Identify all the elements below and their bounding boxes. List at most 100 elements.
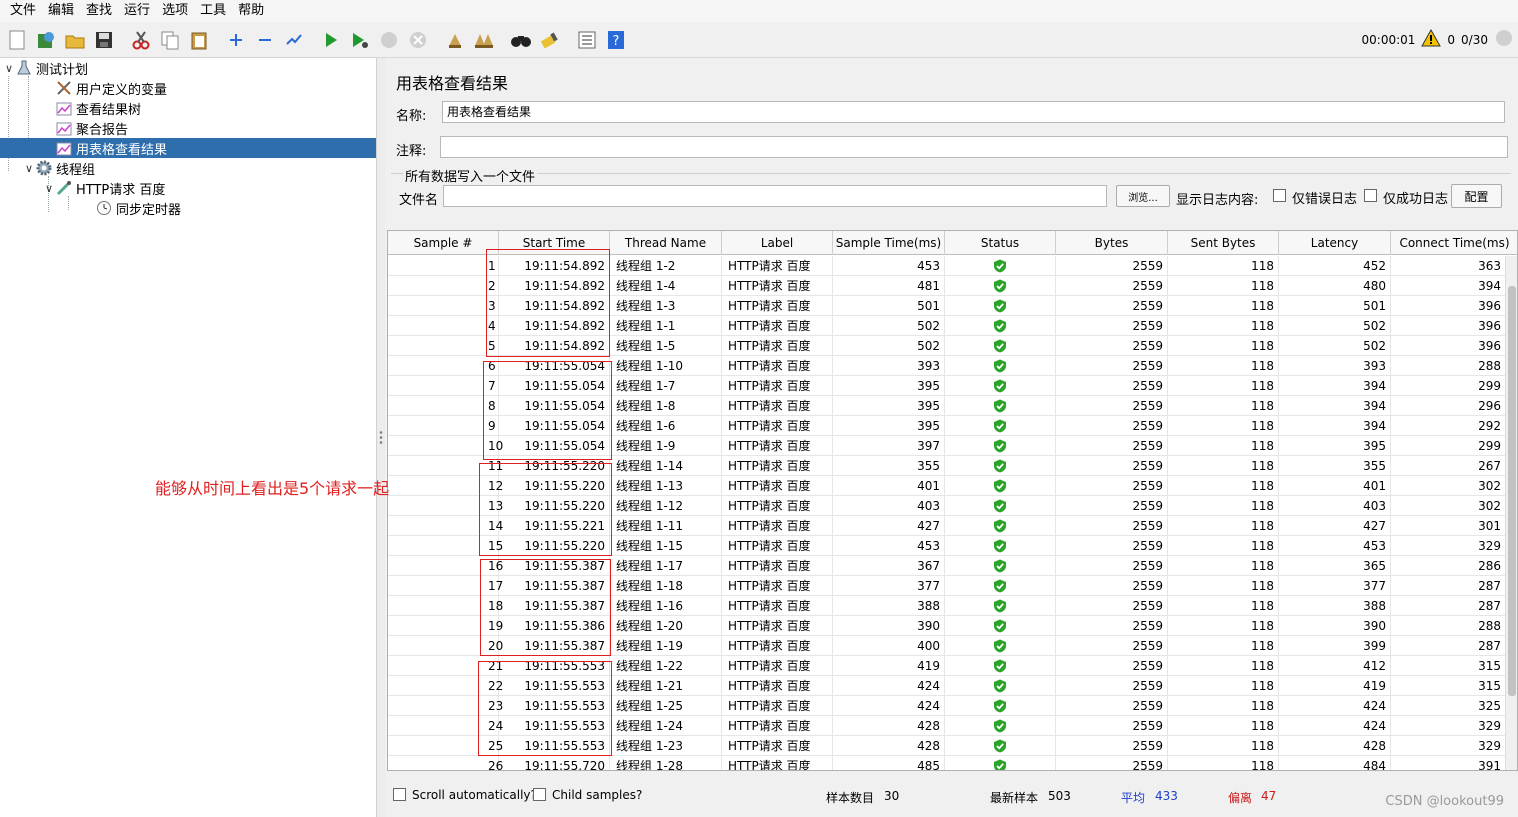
clear-all-icon[interactable] xyxy=(471,27,497,53)
table-row[interactable]: 11 19:11:55.220 线程组 1-14 HTTP请求 百度 355 2559 11… xyxy=(388,456,1506,476)
status-ok-icon xyxy=(945,496,1056,516)
splitter-handle[interactable] xyxy=(377,58,385,817)
table-row[interactable]: 10 19:11:55.054 线程组 1-9 HTTP请求 百度 397 2559 118… xyxy=(388,436,1506,456)
shutdown-icon[interactable] xyxy=(405,27,431,53)
table-row[interactable]: 5 19:11:54.892 线程组 1-5 HTTP请求 百度 502 2559 118 5… xyxy=(388,336,1506,356)
success-only-checkbox[interactable] xyxy=(1364,189,1377,202)
menu-item-5[interactable]: 工具 xyxy=(194,0,232,22)
function-list-icon[interactable] xyxy=(574,27,600,53)
table-row[interactable]: 8 19:11:55.054 线程组 1-8 HTTP请求 百度 395 2559 118 3… xyxy=(388,396,1506,416)
table-row[interactable]: 19 19:11:55.386 线程组 1-20 HTTP请求 百度 390 2559 11… xyxy=(388,616,1506,636)
column-header[interactable]: Bytes xyxy=(1056,231,1168,255)
table-row[interactable]: 1 19:11:54.892 线程组 1-2 HTTP请求 百度 453 2559 118 4… xyxy=(388,256,1506,276)
status-ok-icon xyxy=(945,356,1056,376)
table-row[interactable]: 3 19:11:54.892 线程组 1-3 HTTP请求 百度 501 2559 118 5… xyxy=(388,296,1506,316)
table-row[interactable]: 20 19:11:55.387 线程组 1-19 HTTP请求 百度 400 2559 11… xyxy=(388,636,1506,656)
table-row[interactable]: 13 19:11:55.220 线程组 1-12 HTTP请求 百度 403 2559 11… xyxy=(388,496,1506,516)
tree-item-3[interactable]: 聚合报告 xyxy=(0,118,376,138)
tree-expand-toggle[interactable]: ∨ xyxy=(42,182,56,195)
stop-icon[interactable] xyxy=(376,27,402,53)
column-header[interactable]: Thread Name xyxy=(610,231,722,255)
errors-only-checkbox[interactable] xyxy=(1273,189,1286,202)
table-row[interactable]: 14 19:11:55.221 线程组 1-11 HTTP请求 百度 427 2559 11… xyxy=(388,516,1506,536)
table-row[interactable]: 23 19:11:55.553 线程组 1-25 HTTP请求 百度 424 2559 11… xyxy=(388,696,1506,716)
table-row[interactable]: 17 19:11:55.387 线程组 1-18 HTTP请求 百度 377 2559 11… xyxy=(388,576,1506,596)
scroll-automatically-checkbox[interactable] xyxy=(393,788,406,801)
table-row[interactable]: 9 19:11:55.054 线程组 1-6 HTTP请求 百度 395 2559 118 3… xyxy=(388,416,1506,436)
column-header[interactable]: Latency xyxy=(1279,231,1391,255)
search-binoculars-icon[interactable] xyxy=(508,27,534,53)
clear-icon[interactable] xyxy=(442,27,468,53)
save-icon[interactable] xyxy=(91,27,117,53)
expand-plus-icon[interactable] xyxy=(223,27,249,53)
table-row[interactable]: 7 19:11:55.054 线程组 1-7 HTTP请求 百度 395 2559 118 3… xyxy=(388,376,1506,396)
table-cell: 396 xyxy=(1391,296,1506,316)
paste-icon[interactable] xyxy=(186,27,212,53)
table-cell: 484 xyxy=(1279,756,1391,770)
start-no-pause-icon[interactable] xyxy=(347,27,373,53)
configure-button[interactable]: 配置 xyxy=(1451,184,1502,208)
templates-icon[interactable] xyxy=(33,27,59,53)
scrollbar-thumb[interactable] xyxy=(1508,286,1516,696)
tree-item-label: 同步定时器 xyxy=(116,202,182,218)
comment-field[interactable] xyxy=(440,136,1508,158)
table-cell: 10 xyxy=(488,436,503,456)
menu-item-2[interactable]: 查找 xyxy=(80,0,118,22)
child-samples-checkbox[interactable] xyxy=(533,788,546,801)
tree-expand-toggle[interactable]: ∨ xyxy=(22,162,36,175)
help-icon[interactable]: ? xyxy=(603,27,629,53)
menu-item-6[interactable]: 帮助 xyxy=(232,0,270,22)
menu-item-4[interactable]: 选项 xyxy=(156,0,194,22)
column-header[interactable]: Sample Time(ms) xyxy=(833,231,945,255)
table-cell: HTTP请求 百度 xyxy=(722,376,833,396)
warning-icon[interactable] xyxy=(1421,28,1442,50)
table-row[interactable]: 18 19:11:55.387 线程组 1-16 HTTP请求 百度 388 2559 11… xyxy=(388,596,1506,616)
tree-item-0[interactable]: ∨ 测试计划 xyxy=(0,58,376,78)
copy-icon[interactable] xyxy=(157,27,183,53)
vertical-scrollbar[interactable] xyxy=(1505,256,1517,770)
table-cell: 11 xyxy=(488,456,503,476)
name-field[interactable]: 用表格查看结果 xyxy=(442,101,1505,123)
gear-icon xyxy=(36,160,52,176)
tree-item-6[interactable]: ∨ HTTP请求 百度 xyxy=(0,178,376,198)
tree-item-2[interactable]: 查看结果树 xyxy=(0,98,376,118)
reset-search-icon[interactable] xyxy=(537,27,563,53)
table-row[interactable]: 21 19:11:55.553 线程组 1-22 HTTP请求 百度 419 2559 11… xyxy=(388,656,1506,676)
browse-button[interactable]: 浏览... xyxy=(1116,185,1170,207)
table-cell: 19:11:55.054 xyxy=(499,436,610,456)
new-icon[interactable] xyxy=(4,27,30,53)
table-cell: 118 xyxy=(1168,656,1279,676)
table-cell: 480 xyxy=(1279,276,1391,296)
collapse-minus-icon[interactable] xyxy=(252,27,278,53)
open-folder-icon[interactable] xyxy=(62,27,88,53)
menu-item-0[interactable]: 文件 xyxy=(4,0,42,22)
column-header[interactable]: Status xyxy=(945,231,1056,255)
table-row[interactable]: 6 19:11:55.054 线程组 1-10 HTTP请求 百度 393 2559 118… xyxy=(388,356,1506,376)
tree-item-1[interactable]: 用户定义的变量 xyxy=(0,78,376,98)
table-row[interactable]: 25 19:11:55.553 线程组 1-23 HTTP请求 百度 428 2559 11… xyxy=(388,736,1506,756)
table-row[interactable]: 12 19:11:55.220 线程组 1-13 HTTP请求 百度 401 2559 11… xyxy=(388,476,1506,496)
toggle-icon[interactable] xyxy=(281,27,307,53)
menu-item-1[interactable]: 编辑 xyxy=(42,0,80,22)
status-ok-icon xyxy=(945,576,1056,596)
table-row[interactable]: 15 19:11:55.220 线程组 1-15 HTTP请求 百度 453 2559 11… xyxy=(388,536,1506,556)
table-row[interactable]: 22 19:11:55.553 线程组 1-21 HTTP请求 百度 424 2559 11… xyxy=(388,676,1506,696)
column-header[interactable]: Connect Time(ms) xyxy=(1391,231,1517,255)
table-row[interactable]: 26 19:11:55.720 线程组 1-28 HTTP请求 百度 485 2559 11… xyxy=(388,756,1506,770)
column-header[interactable]: Sent Bytes xyxy=(1168,231,1279,255)
tree-item-7[interactable]: 同步定时器 xyxy=(0,198,376,218)
table-row[interactable]: 2 19:11:54.892 线程组 1-4 HTTP请求 百度 481 2559 118 4… xyxy=(388,276,1506,296)
menu-item-3[interactable]: 运行 xyxy=(118,0,156,22)
start-icon[interactable] xyxy=(318,27,344,53)
tree-expand-toggle[interactable]: ∨ xyxy=(2,62,16,75)
column-header[interactable]: Sample # xyxy=(388,231,499,255)
column-header[interactable]: Label xyxy=(722,231,833,255)
table-row[interactable]: 16 19:11:55.387 线程组 1-17 HTTP请求 百度 367 2559 11… xyxy=(388,556,1506,576)
cut-icon[interactable] xyxy=(128,27,154,53)
table-row[interactable]: 24 19:11:55.553 线程组 1-24 HTTP请求 百度 428 2559 11… xyxy=(388,716,1506,736)
table-row[interactable]: 4 19:11:54.892 线程组 1-1 HTTP请求 百度 502 2559 118 5… xyxy=(388,316,1506,336)
column-header[interactable]: Start Time xyxy=(499,231,610,255)
filename-field[interactable] xyxy=(443,185,1107,207)
tree-item-4[interactable]: 用表格查看结果 xyxy=(0,138,376,158)
tree-item-5[interactable]: ∨ 线程组 xyxy=(0,158,376,178)
